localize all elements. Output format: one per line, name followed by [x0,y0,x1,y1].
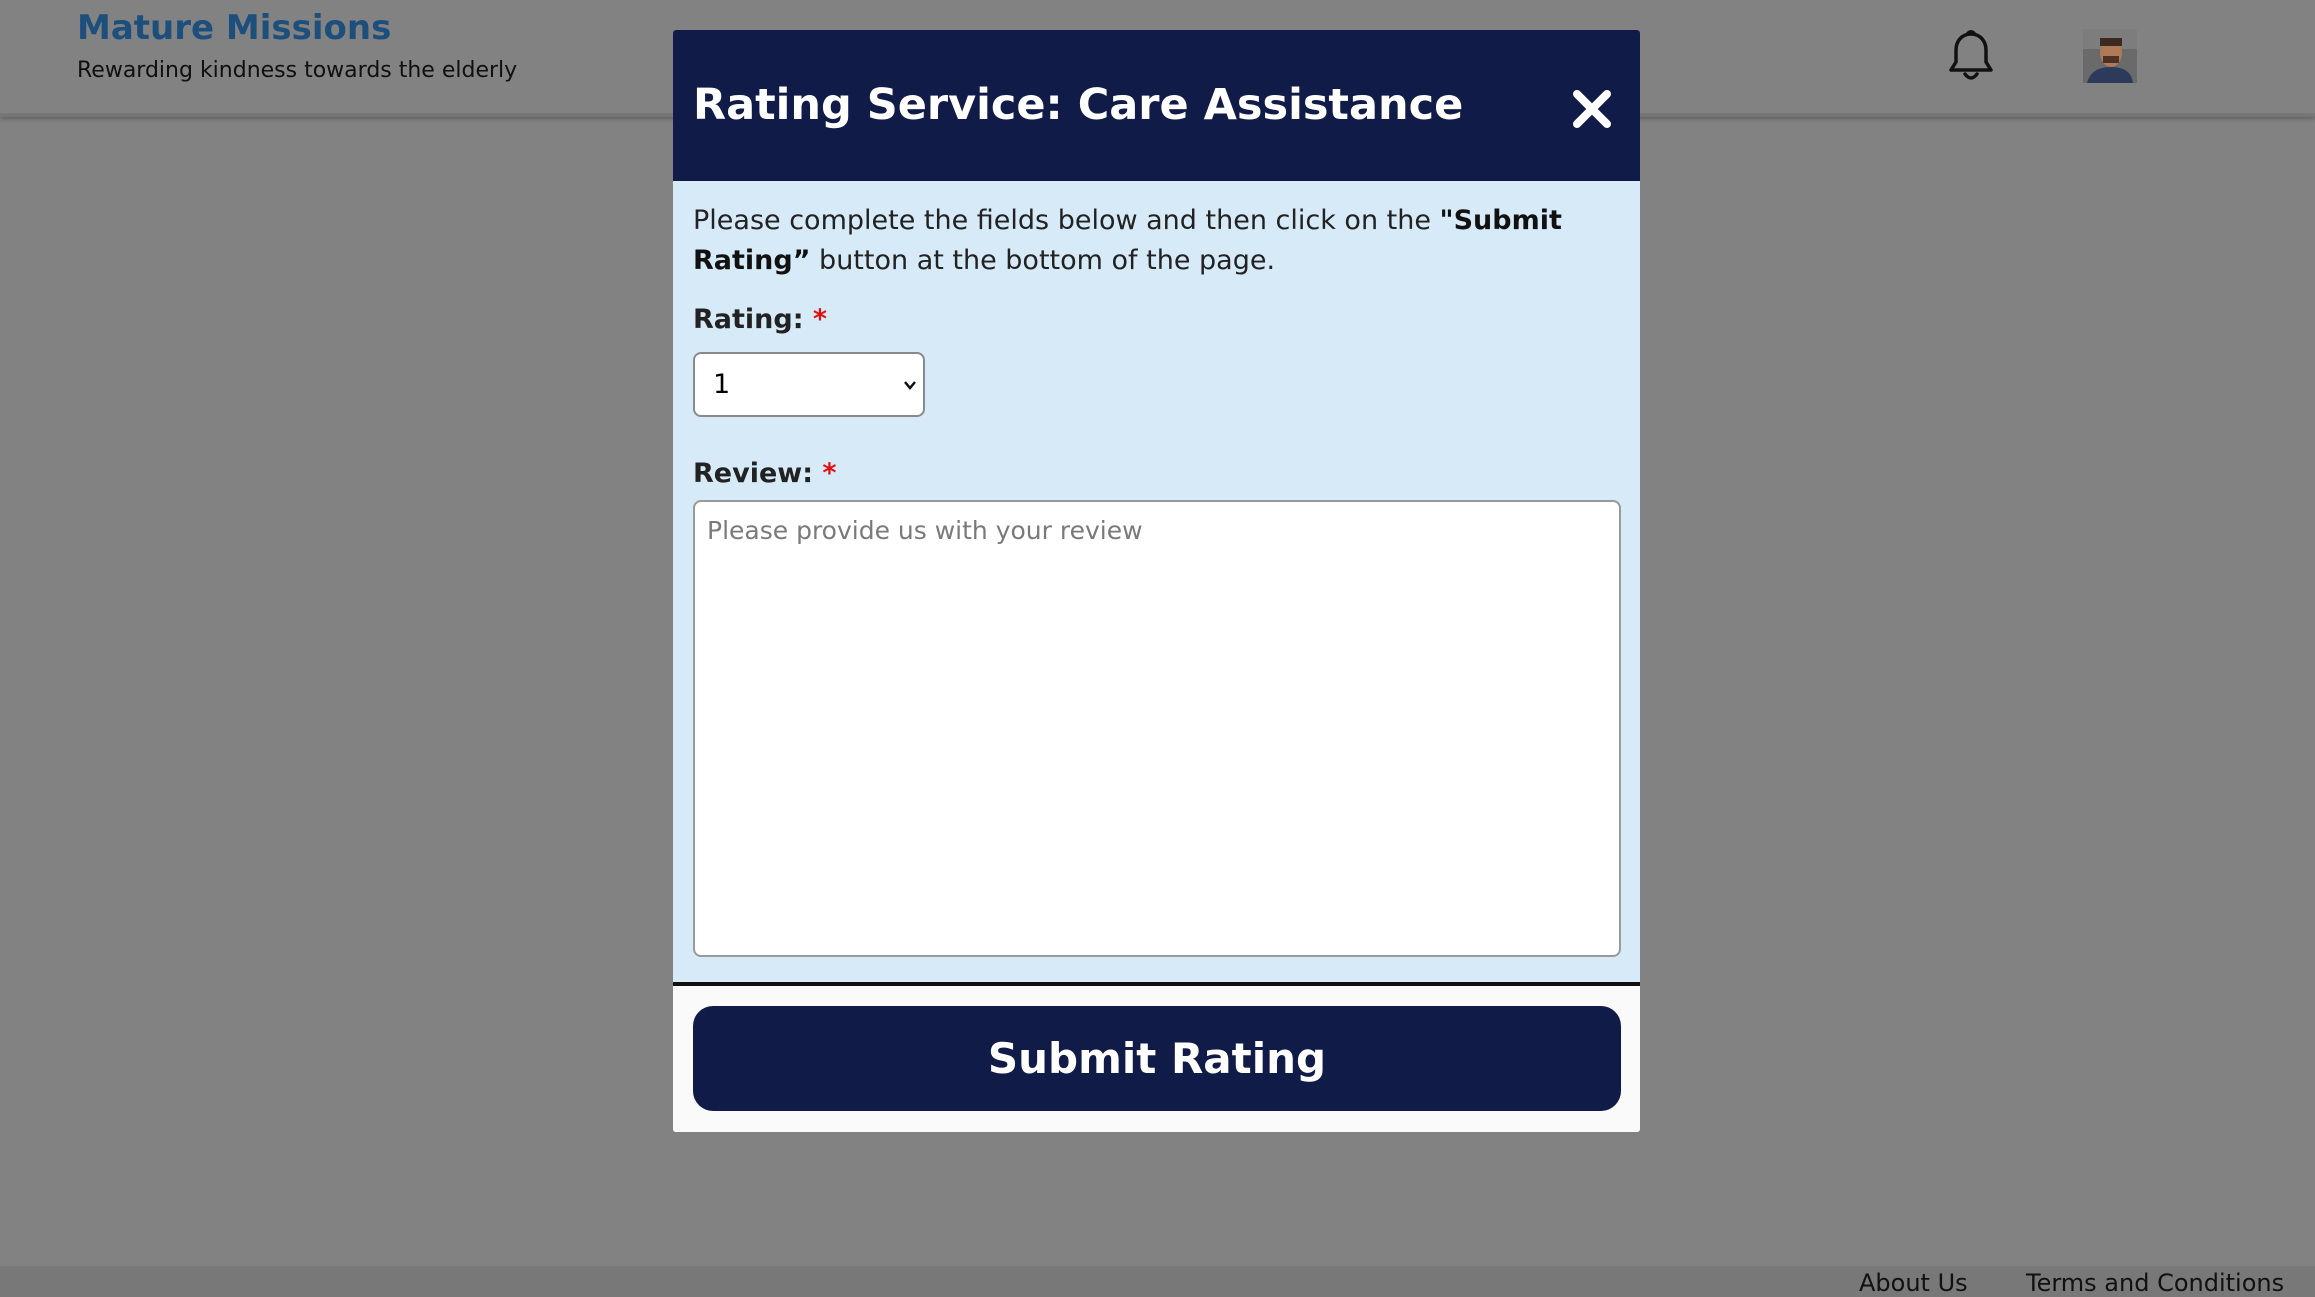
brand-tagline: Rewarding kindness towards the elderly [77,58,518,83]
rating-label: Rating: * [693,304,827,335]
instructions-before: Please complete the fields below and the… [693,205,1440,236]
rating-select[interactable]: 1 [693,352,925,417]
instructions-after: button at the bottom of the page. [810,245,1276,276]
rating-label-text: Rating: [693,304,813,335]
rating-selected-value: 1 [713,369,731,400]
review-label-text: Review: [693,458,823,489]
chevron-down-icon [904,381,916,390]
review-textarea[interactable] [693,500,1621,957]
site-footer [0,1266,2315,1297]
rating-modal: Rating Service: Care Assistance Please c… [673,30,1640,1132]
brand-title[interactable]: Mature Missions [77,8,391,48]
instructions-text: Please complete the fields below and the… [693,201,1623,281]
submit-rating-button[interactable]: Submit Rating [693,1006,1621,1111]
modal-header: Rating Service: Care Assistance [673,30,1640,181]
bell-icon[interactable] [1946,28,1996,84]
modal-footer: Submit Rating [673,982,1640,1132]
about-us-link[interactable]: About Us [1859,1269,1968,1297]
required-marker: * [822,458,837,489]
close-icon[interactable] [1569,86,1615,132]
user-avatar[interactable] [2083,29,2137,83]
modal-title: Rating Service: Care Assistance [693,80,1464,130]
review-label: Review: * [693,458,837,489]
terms-link[interactable]: Terms and Conditions [2026,1269,2284,1297]
required-marker: * [812,304,828,335]
